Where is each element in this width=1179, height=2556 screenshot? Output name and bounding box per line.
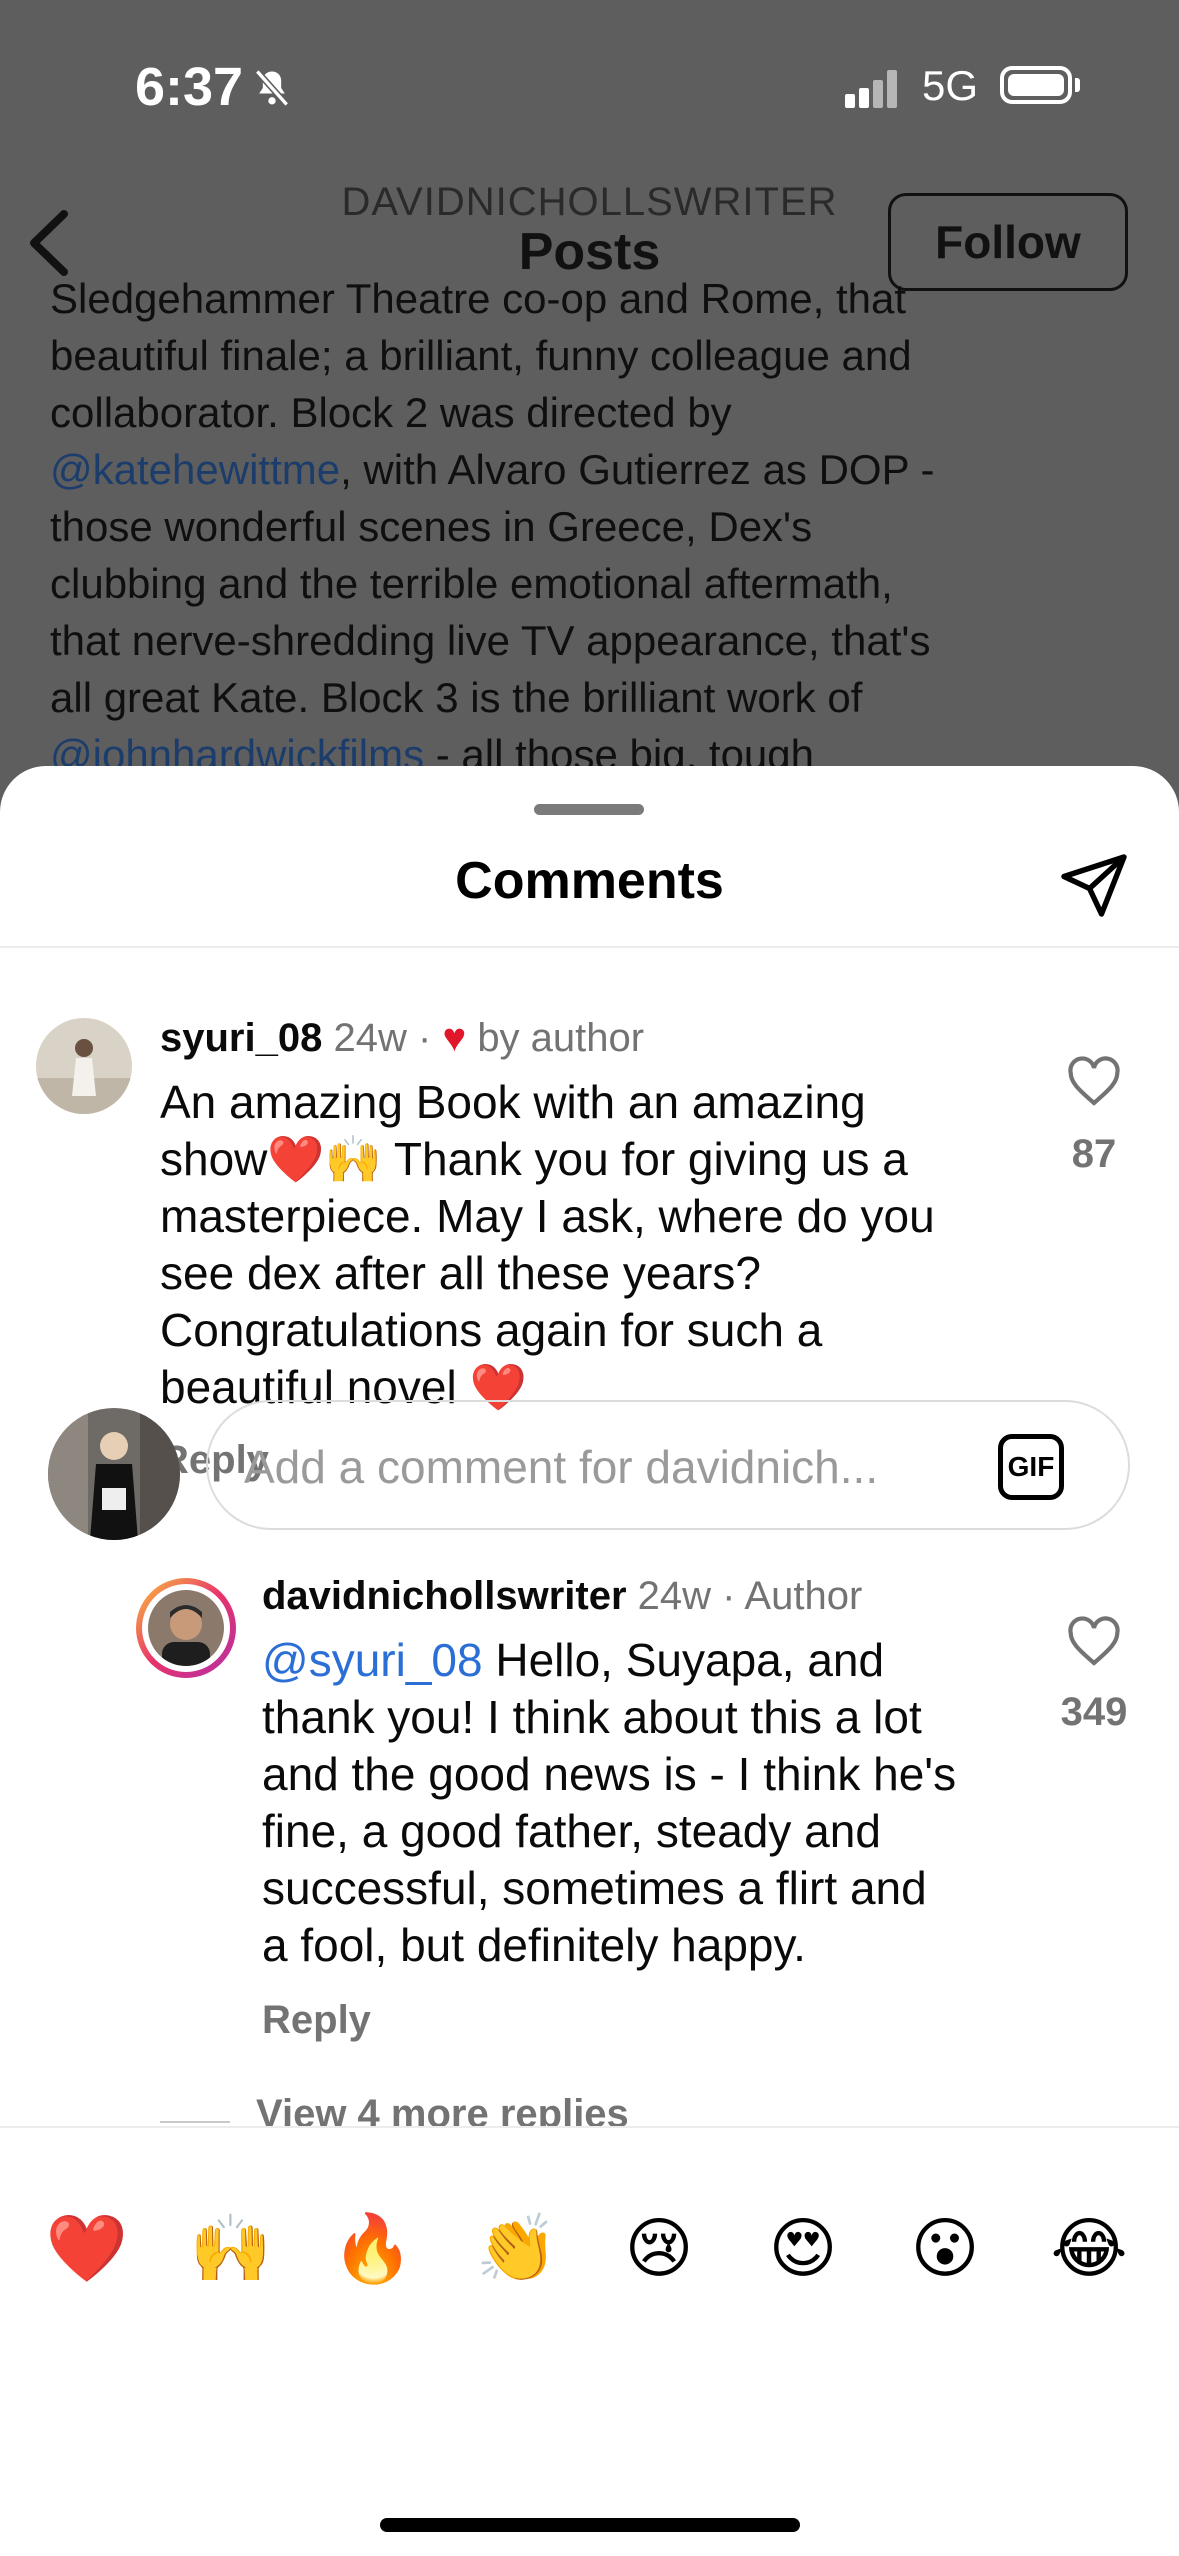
comment-text-segment: Hello, Suyapa, and: [482, 1634, 885, 1686]
comment-input-placeholder: Add a comment for davidnich...: [244, 1441, 879, 1493]
caption-line: that nerve-shredding live TV appearance,…: [50, 617, 931, 664]
reaction-heart[interactable]: ❤️: [42, 2208, 132, 2288]
reaction-surprised[interactable]: 😮: [900, 2208, 990, 2288]
reaction-cry[interactable]: 😢: [614, 2208, 704, 2288]
home-indicator: [380, 2518, 800, 2532]
comment-text: @syuri_08 Hello, Suyapa, and thank you! …: [262, 1632, 1022, 1974]
comment-composer: ❤️ 🙌 🔥 👏 😢 😍 😮 😂: [0, 2126, 1179, 2556]
author-badge: Author: [744, 1574, 863, 1618]
caption-line: collaborator. Block 2 was directed by: [50, 389, 732, 436]
comment-line: and the good news is - I think he's: [262, 1748, 957, 1800]
caption-line: all great Kate. Block 3 is the brilliant…: [50, 674, 863, 721]
comment-line: thank you! I think about this a lot: [262, 1691, 922, 1743]
reaction-heart-eyes[interactable]: 😍: [758, 2208, 848, 2288]
caption-line: clubbing and the terrible emotional afte…: [50, 560, 893, 607]
divider: [0, 946, 1179, 948]
reaction-clap[interactable]: 👏: [472, 2208, 562, 2288]
like-count: 87: [1071, 1132, 1117, 1176]
heart-outline-icon[interactable]: [1066, 1616, 1122, 1668]
post-background: 6:37 5G DAVIDNICHOLLSWRITER Posts Follow…: [0, 0, 1179, 800]
more-replies-line: [160, 2121, 230, 2123]
sheet-title: Comments: [455, 852, 724, 910]
avatar-image: [36, 1018, 132, 1114]
comment-line: masterpiece. May I ask, where do you: [160, 1190, 935, 1242]
meta-separator: ·: [722, 1574, 736, 1618]
comment-line: show❤️🙌 Thank you for giving us a: [160, 1133, 908, 1185]
battery-tip: [1075, 78, 1080, 92]
caption-line: beautiful finale; a brilliant, funny col…: [50, 332, 912, 379]
comment-line: An amazing Book with an amazing: [160, 1076, 866, 1128]
heart-outline-icon[interactable]: [1066, 1056, 1122, 1108]
sheet-drag-handle[interactable]: [534, 804, 644, 815]
reaction-fire[interactable]: 🔥: [328, 2208, 418, 2288]
comment-line: Congratulations again for such a: [160, 1304, 823, 1356]
like-count: 349: [1060, 1690, 1128, 1734]
meta-separator: ·: [417, 1016, 432, 1060]
caption-line: Sledgehammer Theatre co-op and Rome, tha…: [50, 275, 907, 322]
reaction-raised-hands[interactable]: 🙌: [186, 2208, 276, 2288]
author-avatar[interactable]: [136, 1578, 236, 1678]
comment-meta: davidnichollswriter 24w · Author: [262, 1574, 862, 1619]
status-bar: 6:37 5G: [0, 0, 1179, 170]
mention-link[interactable]: @katehewittme: [50, 446, 340, 493]
avatar[interactable]: [36, 1018, 132, 1114]
comment-username[interactable]: syuri_08: [160, 1016, 322, 1060]
bell-off-icon: [254, 69, 290, 107]
comment-text: An amazing Book with an amazing show❤️🙌 …: [160, 1074, 1040, 1416]
comment-line: successful, sometimes a flirt and: [262, 1862, 927, 1914]
avatar-image: [148, 1590, 224, 1666]
avatar-image: [48, 1408, 180, 1540]
liked-by-author-label: by author: [477, 1016, 645, 1060]
comment-time: 24w: [333, 1016, 407, 1060]
reaction-laugh[interactable]: 😂: [1044, 2208, 1134, 2288]
comment-username[interactable]: davidnichollswriter: [262, 1574, 627, 1618]
caption-text: , with Alvaro Gutierrez as DOP -: [340, 446, 935, 493]
post-caption: Sledgehammer Theatre co-op and Rome, tha…: [50, 270, 1150, 783]
comment-time: 24w: [637, 1574, 712, 1618]
mention-link[interactable]: @syuri_08: [262, 1634, 483, 1686]
comment-line: fine, a good father, steady and: [262, 1805, 881, 1857]
heart-filled-icon: ♥: [442, 1016, 467, 1060]
reply-button[interactable]: Reply: [262, 1998, 371, 2043]
comment-meta: syuri_08 24w · ♥ by author: [160, 1016, 644, 1061]
my-avatar[interactable]: [48, 1408, 180, 1540]
caption-line: @katehewittme, with Alvaro Gutierrez as …: [50, 441, 1150, 498]
comments-sheet: Comments syuri_08 24w · ♥ by author An a…: [0, 766, 1179, 2556]
comment-line: see dex after all these years?: [160, 1247, 761, 1299]
share-send-icon[interactable]: [1058, 848, 1130, 920]
gif-button[interactable]: GIF: [998, 1434, 1064, 1500]
network-type: 5G: [922, 62, 979, 109]
comment-input[interactable]: Add a comment for davidnich... GIF: [206, 1400, 1130, 1530]
comment-line: @syuri_08 Hello, Suyapa, and: [262, 1632, 1022, 1689]
status-time: 6:37: [135, 57, 244, 117]
battery-icon: [1000, 66, 1072, 104]
comment-line: a fool, but definitely happy.: [262, 1919, 806, 1971]
caption-line: those wonderful scenes in Greece, Dex's: [50, 503, 813, 550]
